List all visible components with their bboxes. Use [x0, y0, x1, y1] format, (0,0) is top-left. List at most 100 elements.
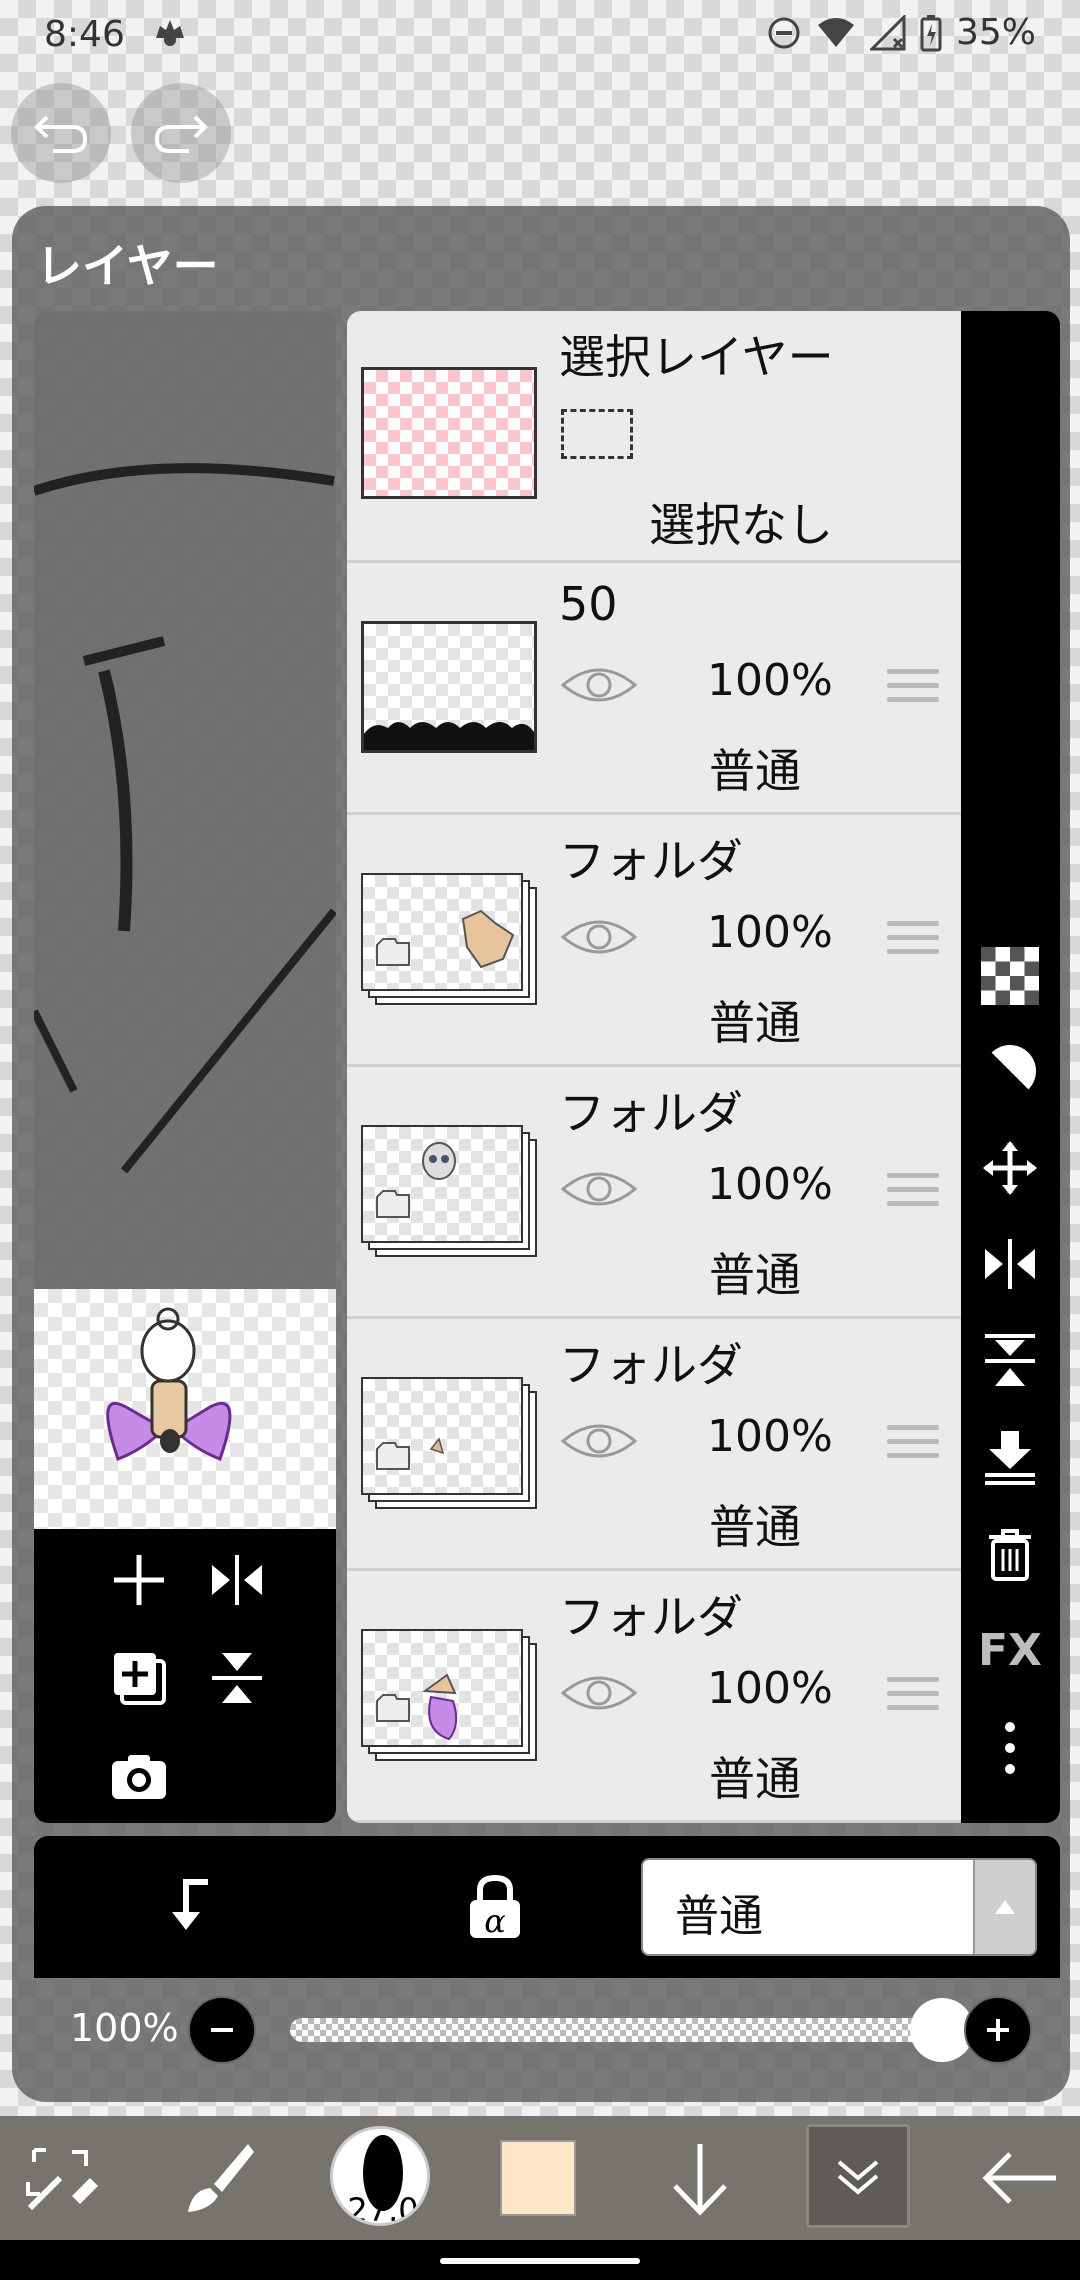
- flip-vertical-icon: [985, 1334, 1035, 1386]
- layer-blend-mode: 普通: [709, 1752, 801, 1806]
- brush-size-button[interactable]: 27.0: [330, 2126, 430, 2226]
- alpha-lock-button[interactable]: α: [460, 1872, 530, 1942]
- layer-down-button[interactable]: [652, 2130, 748, 2226]
- layer-panel: レイヤー 選択レイヤー 選択なし 50 100% 普通 フォルダ 100% 普通…: [12, 206, 1070, 2102]
- opacity-slider-track[interactable]: [290, 2018, 942, 2042]
- tool-switch-button[interactable]: [12, 2130, 108, 2226]
- layer-name: フォルダ: [559, 834, 743, 888]
- transparency-button[interactable]: [975, 941, 1045, 1011]
- layer-opacity: 100%: [707, 1663, 833, 1714]
- visibility-eye-icon[interactable]: [561, 1669, 637, 1717]
- undo-button[interactable]: [11, 83, 111, 183]
- camera-button[interactable]: [104, 1741, 174, 1811]
- dnd-icon: [768, 17, 800, 48]
- drag-handle-icon[interactable]: [887, 1425, 939, 1467]
- panel-title: レイヤー: [36, 239, 219, 293]
- layer-opacity: 100%: [707, 1411, 833, 1462]
- drag-handle-icon[interactable]: [887, 921, 939, 963]
- canvas-thumbnail[interactable]: [34, 1289, 336, 1529]
- selection-layer-name: 選択レイヤー: [559, 330, 834, 384]
- signal-icon: [869, 14, 906, 50]
- redo-button[interactable]: [131, 83, 231, 183]
- fx-button[interactable]: FX: [975, 1615, 1045, 1685]
- opacity-value: 100%: [70, 2006, 179, 2050]
- folder-thumbnail: [361, 1125, 537, 1257]
- blend-mode-bar: α 普通: [34, 1836, 1060, 1978]
- add-folder-button[interactable]: [104, 1643, 174, 1713]
- dropdown-arrow-icon: [973, 1860, 1035, 1954]
- undo-icon: [34, 115, 88, 153]
- selection-layer-row[interactable]: 選択レイヤー 選択なし: [347, 311, 961, 563]
- layer-row[interactable]: フォルダ 100% 普通: [347, 815, 961, 1067]
- transform-eraser-icon: [26, 2148, 98, 2211]
- drag-handle-icon[interactable]: [887, 1173, 939, 1215]
- minus-icon: [211, 2028, 233, 2032]
- layer-opacity: 100%: [707, 1159, 833, 1210]
- bottom-toolbar: 27.0: [0, 2116, 1080, 2240]
- home-gesture-handle[interactable]: [440, 2258, 640, 2264]
- layer-thumbnail: [361, 621, 537, 753]
- double-chevron-down-icon: [837, 2160, 879, 2195]
- arrow-down-icon: [673, 2144, 727, 2216]
- selection-status: 選択なし: [649, 498, 833, 552]
- layer-row[interactable]: 50 100% 普通: [347, 563, 961, 815]
- more-options-button[interactable]: [975, 1713, 1045, 1783]
- layer-name: フォルダ: [559, 1086, 743, 1140]
- visibility-eye-icon[interactable]: [561, 1165, 637, 1213]
- flip-vertical-icon: [212, 1653, 262, 1703]
- clipping-arrow-icon: [172, 1879, 208, 1930]
- layer-opacity: 100%: [707, 907, 833, 958]
- canvas-preview: [34, 311, 336, 1823]
- layer-blend-mode: 普通: [709, 744, 801, 798]
- move-button[interactable]: [975, 1133, 1045, 1203]
- layer-row[interactable]: フォルダ 100% 普通: [347, 1319, 961, 1571]
- folder-thumbnail: [361, 1629, 537, 1761]
- flip-horizontal-icon: [212, 1555, 262, 1605]
- layer-panel-toggle-button[interactable]: [806, 2124, 910, 2228]
- battery-icon: [920, 14, 942, 51]
- app-notification-icon: [156, 20, 184, 46]
- drag-handle-icon[interactable]: [887, 669, 939, 711]
- add-layer-button[interactable]: [104, 1545, 174, 1615]
- layer-blend-mode: 普通: [709, 1500, 801, 1554]
- move-icon: [983, 1141, 1037, 1195]
- blend-mode-value: 普通: [675, 1891, 763, 1942]
- brush-size-value: 27.0: [347, 2191, 419, 2226]
- status-bar: 8:46 35%: [0, 0, 1080, 75]
- visibility-eye-icon[interactable]: [561, 913, 637, 961]
- color-button[interactable]: [490, 2130, 586, 2226]
- layer-list: 選択レイヤー 選択なし 50 100% 普通 フォルダ 100% 普通 フォルダ…: [347, 311, 961, 1823]
- drag-handle-icon[interactable]: [887, 1677, 939, 1719]
- current-color-swatch: [500, 2140, 576, 2216]
- visibility-eye-icon[interactable]: [561, 661, 637, 709]
- invert-button[interactable]: [975, 1036, 1045, 1106]
- selection-layer-thumbnail: [361, 367, 537, 499]
- flip-layer-vertical-button[interactable]: [975, 1326, 1045, 1396]
- opacity-control: 100%: [34, 1978, 1060, 2088]
- blend-mode-select[interactable]: 普通: [641, 1858, 1037, 1956]
- flip-layer-horizontal-button[interactable]: [975, 1229, 1045, 1299]
- clipping-button[interactable]: [156, 1872, 226, 1942]
- plus-icon: [114, 1555, 164, 1605]
- alpha-lock-icon: α: [470, 1874, 520, 1940]
- brush-tool-button[interactable]: [170, 2130, 266, 2226]
- flip-vertical-button[interactable]: [202, 1643, 272, 1713]
- system-nav-bar: [0, 2240, 1080, 2280]
- merge-down-button[interactable]: [975, 1421, 1045, 1491]
- layer-row[interactable]: フォルダ 100% 普通: [347, 1067, 961, 1319]
- layer-row[interactable]: フォルダ 100% 普通: [347, 1571, 961, 1823]
- back-button[interactable]: [972, 2130, 1068, 2226]
- layer-blend-mode: 普通: [709, 1248, 801, 1302]
- canvas-sketch: [34, 463, 336, 1174]
- opacity-decrease-button[interactable]: [188, 1996, 256, 2064]
- delete-layer-button[interactable]: [975, 1519, 1045, 1589]
- opacity-increase-button[interactable]: [964, 1996, 1032, 2064]
- wifi-icon: [817, 17, 854, 47]
- visibility-eye-icon[interactable]: [561, 1417, 637, 1465]
- folder-thumbnail: [361, 1377, 537, 1509]
- redo-icon: [154, 115, 208, 153]
- more-vertical-icon: [1005, 1722, 1015, 1774]
- checkerboard-icon: [981, 947, 1039, 1005]
- character-illustration: [106, 1307, 232, 1461]
- flip-horizontal-button[interactable]: [202, 1545, 272, 1615]
